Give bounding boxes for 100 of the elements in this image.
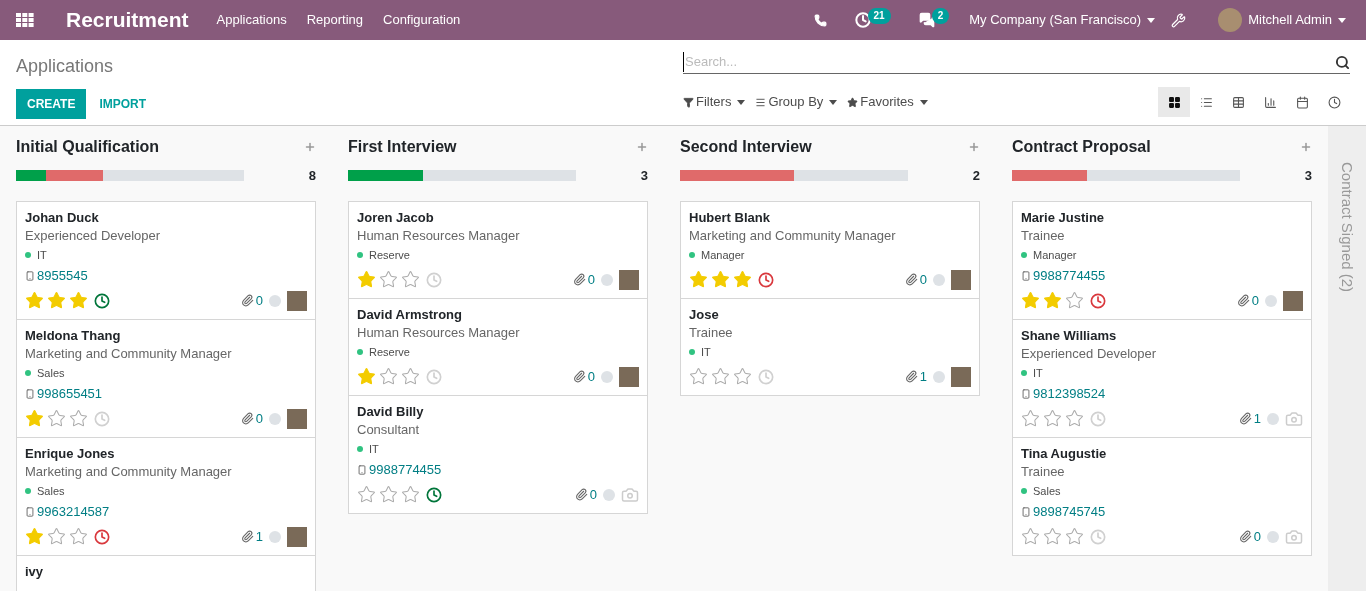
photo-placeholder[interactable] [951, 366, 971, 387]
star-icon[interactable] [401, 367, 420, 386]
camera-icon[interactable] [1285, 409, 1303, 428]
job-title: Experienced Developer [25, 226, 162, 245]
menu-link[interactable]: Reporting [306, 10, 363, 30]
add-icon[interactable] [304, 141, 316, 153]
phone-number[interactable]: 9963214587 [37, 502, 110, 522]
star-icon[interactable] [1043, 527, 1062, 546]
star-icon[interactable] [733, 270, 752, 289]
view-switch-button[interactable] [1158, 87, 1190, 117]
messages-icon[interactable] [918, 12, 935, 28]
star-icon[interactable] [379, 270, 398, 289]
tag-label: IT [701, 344, 711, 360]
priority-stars[interactable] [1021, 409, 1084, 428]
applicant-card[interactable]: Hubert Blank Marketing and Community Manager Manager 0 [680, 200, 980, 299]
star-icon[interactable] [47, 291, 66, 310]
star-icon[interactable] [47, 409, 66, 428]
applicant-card[interactable]: Tina Augustie Trainee Sales 9898745745 0 [1012, 436, 1312, 556]
star-icon[interactable] [47, 527, 66, 546]
applicant-card[interactable]: ivy [16, 554, 316, 591]
activity-icon[interactable] [854, 12, 871, 28]
search-icon[interactable] [1335, 54, 1350, 70]
applicant-card[interactable]: Joren Jacob Human Resources Manager Reserve 0 [348, 200, 648, 299]
photo-placeholder[interactable] [619, 366, 639, 387]
photo-placeholder[interactable] [287, 408, 307, 429]
menu-link[interactable]: Applications [216, 10, 287, 30]
star-icon[interactable] [1065, 409, 1084, 428]
add-icon[interactable] [1300, 141, 1312, 153]
photo-placeholder[interactable] [619, 269, 639, 290]
apps-menu-icon[interactable] [16, 13, 34, 27]
star-icon[interactable] [1043, 291, 1062, 310]
photo-placeholder[interactable] [1283, 290, 1303, 311]
star-icon[interactable] [357, 485, 376, 504]
phone-icon[interactable] [813, 13, 827, 27]
photo-placeholder[interactable] [287, 290, 307, 311]
star-icon[interactable] [69, 291, 88, 310]
phone-number[interactable]: 8955545 [37, 266, 88, 286]
star-icon[interactable] [1021, 527, 1040, 546]
camera-icon[interactable] [621, 485, 639, 504]
applicant-card[interactable]: Meldona Thang Marketing and Community Manager Sales 998655451 0 [16, 318, 316, 438]
priority-stars[interactable] [357, 485, 420, 504]
priority-stars[interactable] [1021, 291, 1084, 310]
applicant-card[interactable]: Jose Trainee IT 1 [680, 297, 980, 396]
star-icon[interactable] [711, 367, 730, 386]
applicant-card[interactable]: Enrique Jones Marketing and Community Manager Sales 9963214587 1 [16, 436, 316, 556]
clock-icon[interactable] [94, 528, 110, 545]
user-menu[interactable]: Mitchell Admin [1218, 8, 1346, 32]
phone-number[interactable]: 9988774455 [369, 460, 442, 480]
search-option-dropdown[interactable]: Favorites [847, 92, 928, 112]
star-icon[interactable] [1043, 409, 1062, 428]
star-icon[interactable] [1021, 291, 1040, 310]
star-icon[interactable] [379, 485, 398, 504]
applicant-card[interactable]: David Billy Consultant IT 9988774455 0 [348, 394, 648, 514]
priority-stars[interactable] [25, 291, 88, 310]
star-icon[interactable] [1065, 291, 1084, 310]
phone-number[interactable]: 9988774455 [1033, 266, 1106, 286]
tools-icon[interactable] [1171, 12, 1187, 28]
star-icon[interactable] [357, 367, 376, 386]
star-icon[interactable] [25, 527, 44, 546]
applicant-card[interactable]: Johan Duck Experienced Developer IT 8955545 0 [16, 200, 316, 320]
priority-stars[interactable] [25, 527, 88, 546]
clock-icon[interactable] [426, 486, 442, 503]
phone-number[interactable]: 9898745745 [1033, 502, 1106, 522]
photo-placeholder[interactable] [951, 269, 971, 290]
clock-icon[interactable] [1090, 292, 1106, 309]
priority-stars[interactable] [357, 270, 420, 289]
phone-number[interactable]: 998655451 [37, 384, 103, 404]
company-switcher[interactable]: My Company (San Francisco) [969, 10, 1156, 30]
star-icon[interactable] [1021, 409, 1040, 428]
star-icon[interactable] [689, 270, 708, 289]
priority-stars[interactable] [1021, 527, 1084, 546]
applicant-card[interactable]: David Armstrong Human Resources Manager Reserve 0 [348, 297, 648, 396]
star-icon[interactable] [711, 270, 730, 289]
search-option-dropdown[interactable]: Filters [683, 92, 746, 112]
priority-stars[interactable] [689, 270, 752, 289]
photo-placeholder[interactable] [287, 526, 307, 547]
clock-icon[interactable] [94, 292, 110, 309]
priority-stars[interactable] [357, 367, 420, 386]
star-icon[interactable] [69, 527, 88, 546]
priority-stars[interactable] [689, 367, 752, 386]
applicant-card[interactable]: Marie Justine Trainee Manager 9988774455 0 [1012, 200, 1312, 320]
star-icon[interactable] [25, 409, 44, 428]
star-icon[interactable] [379, 367, 398, 386]
menu-link[interactable]: Configuration [383, 10, 461, 30]
star-icon[interactable] [1065, 527, 1084, 546]
star-icon[interactable] [357, 270, 376, 289]
star-icon[interactable] [69, 409, 88, 428]
star-icon[interactable] [689, 367, 708, 386]
star-icon[interactable] [401, 485, 420, 504]
add-icon[interactable] [968, 141, 980, 153]
camera-icon[interactable] [1285, 527, 1303, 546]
priority-stars[interactable] [25, 409, 88, 428]
phone-number[interactable]: 9812398524 [1033, 384, 1106, 404]
applicant-card[interactable]: Shane Williams Experienced Developer IT 9812398524 1 [1012, 318, 1312, 438]
star-icon[interactable] [733, 367, 752, 386]
star-icon[interactable] [401, 270, 420, 289]
clock-icon[interactable] [758, 271, 774, 288]
add-icon[interactable] [636, 141, 648, 153]
star-icon[interactable] [25, 291, 44, 310]
search-option-dropdown[interactable]: Group By [755, 92, 838, 112]
